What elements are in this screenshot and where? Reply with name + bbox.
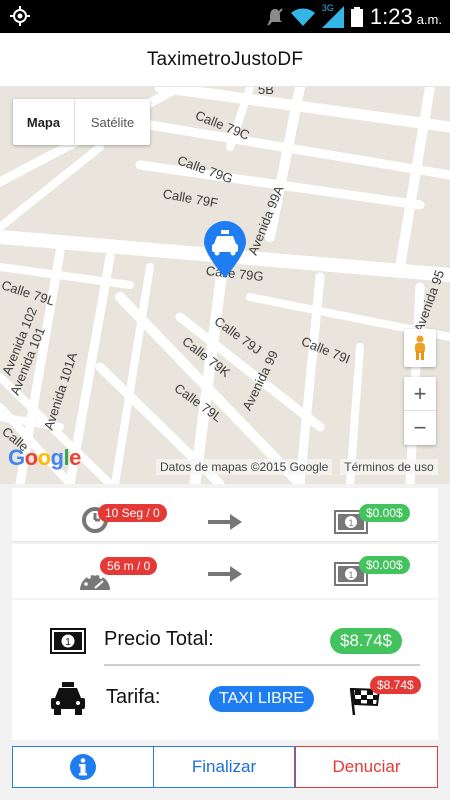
svg-text:1: 1 (348, 518, 353, 528)
zoom-in-button[interactable]: + (404, 377, 436, 411)
google-logo-letter: o (24, 445, 38, 470)
report-button[interactable]: Denuciar (295, 746, 438, 788)
map-data-attribution: Datos de mapas ©2015 Google (156, 459, 333, 475)
status-bar: 3G 1:23 a.m. (0, 0, 450, 33)
svg-text:1: 1 (65, 637, 71, 648)
total-price-label: Precio Total: (104, 628, 214, 650)
arrow-right-icon (208, 566, 242, 582)
info-icon (70, 754, 96, 780)
tariff-label: Tarifa: (106, 686, 161, 708)
map-type-map-button[interactable]: Mapa (13, 99, 75, 145)
tariff-value: TAXI LIBRE (209, 686, 315, 712)
distance-meter-row: 56 m / 0 1 $0.00$ (12, 544, 438, 598)
finish-button[interactable]: Finalizar (154, 746, 295, 788)
taxi-location-marker-icon[interactable] (202, 220, 248, 280)
google-logo-letter: g (50, 445, 64, 470)
arrow-right-icon (208, 514, 242, 530)
zoom-controls: + − (404, 377, 436, 445)
mute-icon (267, 7, 283, 26)
money-bill-icon: 1 (50, 628, 86, 654)
map-type-switcher: Mapa Satélite (13, 99, 150, 145)
app-title: TaximetroJustoDF (146, 48, 304, 70)
pegman-icon (415, 335, 425, 360)
wifi-icon (290, 8, 315, 26)
total-price-value: $8.74$ (330, 628, 402, 654)
clock-ampm: a.m. (416, 12, 442, 27)
time-counter-badge: 10 Seg / 0 (98, 504, 167, 522)
map-attribution: Datos de mapas ©2015 Google Términos de … (156, 458, 450, 476)
action-bar: Finalizar Denuciar (12, 746, 438, 788)
tariff-flag-badge: $8.74$ (370, 676, 421, 694)
street-view-pegman-button[interactable] (404, 329, 436, 367)
meter-panel: 10 Seg / 0 1 $0.00$ 56 m / 0 1 $0.00$ 1 … (0, 484, 450, 800)
google-logo-letter: o (37, 445, 51, 470)
totals-divider (104, 664, 420, 666)
street-label: 5B (258, 87, 274, 97)
google-logo-letter: G (8, 445, 25, 470)
gps-target-icon (10, 6, 30, 26)
terms-of-use-link[interactable]: Términos de uso (340, 459, 438, 475)
totals-card: 1 Precio Total: $8.74$ Tarifa: TAXI LIBR… (12, 600, 438, 740)
google-logo-letter: e (69, 445, 81, 470)
distance-cost-badge: $0.00$ (359, 556, 410, 574)
google-logo: Google (8, 445, 81, 471)
zoom-out-button[interactable]: − (404, 411, 436, 445)
map-roads (0, 87, 450, 484)
signal-icon: 3G (321, 3, 344, 28)
map-view[interactable]: 5B Calle 79C Calle 79G Calle 79F Avenida… (0, 87, 450, 484)
time-cost-badge: $0.00$ (359, 504, 410, 522)
svg-text:1: 1 (348, 570, 353, 580)
taxi-icon (51, 682, 85, 715)
distance-counter-badge: 56 m / 0 (100, 557, 158, 575)
info-button[interactable] (12, 746, 154, 788)
clock-time: 1:23 (369, 3, 413, 29)
time-meter-row: 10 Seg / 0 1 $0.00$ (12, 488, 438, 542)
app-title-bar: TaximetroJustoDF (0, 33, 450, 87)
battery-icon (350, 6, 363, 27)
map-type-satellite-button[interactable]: Satélite (75, 99, 150, 145)
